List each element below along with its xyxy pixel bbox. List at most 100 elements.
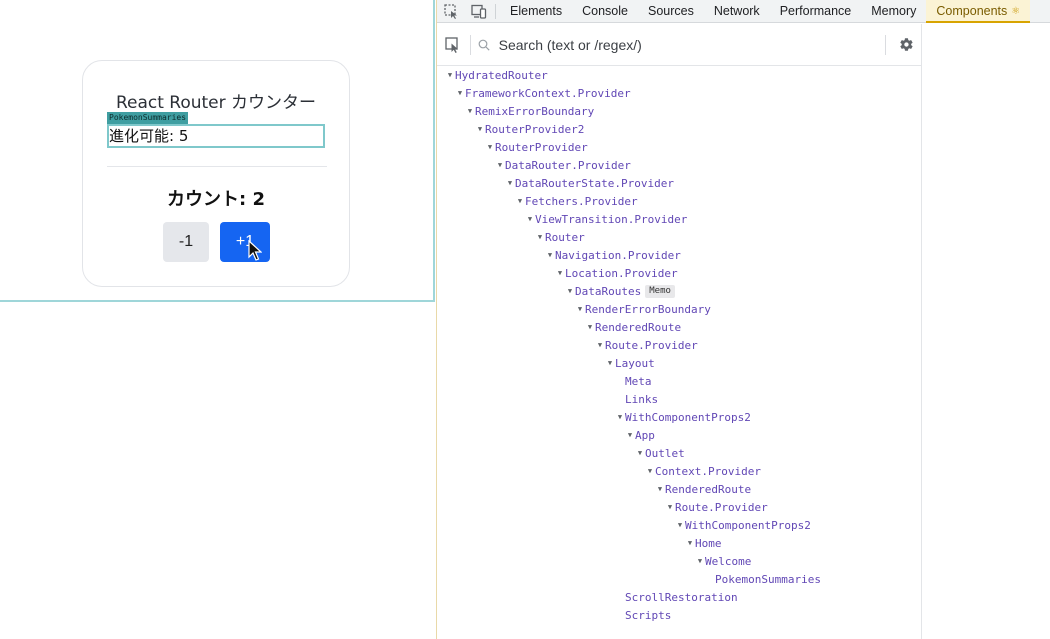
tree-node-label: DataRoutes [575,284,642,298]
increment-button[interactable]: +1 [220,222,270,262]
gear-icon[interactable] [891,24,921,66]
inspect-component-icon[interactable] [437,24,470,66]
expand-caret-icon[interactable]: ▼ [615,413,625,421]
expand-caret-icon[interactable]: ▼ [655,485,665,493]
tree-node[interactable]: ▼ Fetchers.Provider [515,192,638,210]
tab-elements[interactable]: Elements [500,0,572,23]
tree-node[interactable]: ▼ Route.Provider [595,336,698,354]
tree-node-label: RemixErrorBoundary [475,104,595,118]
devtools-panel: Elements Console Sources Network Perform… [436,0,1050,639]
expand-caret-icon[interactable]: ▼ [605,359,615,367]
tree-node-label: DataRouter.Provider [505,158,631,172]
tree-node[interactable]: ▼ Navigation.Provider [545,246,681,264]
tree-node[interactable]: ▼ RenderErrorBoundary [575,300,711,318]
tree-node[interactable]: ▼ FrameworkContext.Provider [455,84,631,102]
count-display: カウント: 2 [167,189,265,210]
expand-caret-icon[interactable]: ▼ [535,233,545,241]
expand-caret-icon[interactable]: ▼ [585,323,595,331]
tree-node[interactable]: ▼ RouterProvider [485,138,588,156]
expand-caret-icon[interactable]: ▼ [645,467,655,475]
tree-node[interactable]: ▼ Outlet [635,444,685,462]
tree-node[interactable]: ▼ WithComponentProps2 [615,408,751,426]
tree-node[interactable]: ▼ HydratedRouter [445,66,548,84]
expand-caret-icon[interactable]: ▼ [665,503,675,511]
tree-node[interactable]: Links [615,390,658,408]
tree-node[interactable]: ▼ DataRouter.Provider [495,156,631,174]
expand-caret-icon[interactable]: ▼ [495,161,505,169]
expand-caret-icon[interactable]: ▼ [505,179,515,187]
tab-network[interactable]: Network [704,0,770,23]
expand-caret-icon[interactable]: ▼ [445,71,455,79]
search-icon [478,39,494,51]
expand-caret-icon[interactable]: ▼ [455,89,465,97]
tree-node[interactable]: ▼ Router [535,228,585,246]
tree-node-label: Fetchers.Provider [525,194,638,208]
tree-node-label: RenderErrorBoundary [585,302,711,316]
tab-sources[interactable]: Sources [638,0,704,23]
tree-node-label: RenderedRoute [595,320,682,334]
expand-caret-icon[interactable]: ▼ [675,521,685,529]
tree-node[interactable]: ▼ Layout [605,354,655,372]
tab-components-label: Components [936,4,1008,18]
tabbar-separator [495,3,496,19]
tree-node[interactable]: ▼ RemixErrorBoundary [465,102,594,120]
tree-node[interactable]: ScrollRestoration [615,588,738,606]
tree-node[interactable]: ▼ RenderedRoute [655,480,751,498]
tree-node[interactable]: ▼ App [625,426,655,444]
expand-caret-icon[interactable]: ▼ [465,107,475,115]
tree-node-label: Location.Provider [565,266,678,280]
component-search-input[interactable] [494,29,885,60]
tree-node[interactable]: ▼ Location.Provider [555,264,678,282]
tree-node-label: Links [625,392,659,406]
toolbar-separator-right [884,34,886,55]
tree-node[interactable]: ▼ Home [685,534,722,552]
toolbar-separator [469,34,471,55]
tree-node[interactable]: Scripts [615,606,671,624]
tree-node-label: ViewTransition.Provider [535,212,688,226]
tab-memory[interactable]: Memory [861,0,926,23]
tree-node[interactable]: Meta [615,372,652,390]
decrement-button[interactable]: -1 [163,222,209,262]
tree-node[interactable]: ▼ RenderedRoute [585,318,681,336]
tree-node[interactable]: PokemonSummaries [705,570,821,588]
expand-caret-icon[interactable]: ▼ [475,125,485,133]
expand-caret-icon[interactable]: ▼ [525,215,535,223]
card-divider [107,166,327,167]
expand-caret-icon[interactable]: ▼ [565,287,575,295]
tab-console[interactable]: Console [572,0,638,23]
tree-node[interactable]: ▼ Context.Provider [645,462,761,480]
tree-node-label: RenderedRoute [665,482,752,496]
tree-node-label: RouterProvider2 [485,122,585,136]
tab-performance[interactable]: Performance [770,0,862,23]
tree-node[interactable]: ▼ WithComponentProps2 [675,516,811,534]
counter-card: React Router カウンター PokemonSummaries 進化可能… [82,60,350,287]
tree-node[interactable]: ▼ DataRoutes Memo [565,282,675,300]
expand-caret-icon[interactable]: ▼ [515,197,525,205]
tree-node-label: Outlet [645,446,685,460]
expand-caret-icon[interactable]: ▼ [625,431,635,439]
expand-caret-icon[interactable]: ▼ [545,251,555,259]
expand-caret-icon[interactable]: ▼ [595,341,605,349]
react-icon: ⚛ [1011,5,1021,17]
expand-caret-icon[interactable]: ▼ [575,305,585,313]
tree-node-label: Route.Provider [675,500,768,514]
expand-caret-icon[interactable]: ▼ [635,449,645,457]
tree-node-label: Layout [615,356,655,370]
tree-node[interactable]: ▼ DataRouterState.Provider [505,174,674,192]
expand-caret-icon[interactable]: ▼ [555,269,565,277]
tree-node[interactable]: ▼ Welcome [695,552,751,570]
select-element-icon[interactable] [437,0,465,23]
tab-components[interactable]: Components ⚛ [926,0,1031,23]
expand-caret-icon[interactable]: ▼ [695,557,705,565]
tree-node-label: Route.Provider [605,338,698,352]
tree-node-label: RouterProvider [495,140,588,154]
tree-node[interactable]: ▼ Route.Provider [665,498,768,516]
expand-caret-icon[interactable]: ▼ [685,539,695,547]
device-toolbar-icon[interactable] [465,0,493,23]
tree-node-label: Context.Provider [655,464,761,478]
tree-node[interactable]: ▼ ViewTransition.Provider [525,210,687,228]
tree-node-label: App [635,428,655,442]
expand-caret-icon[interactable]: ▼ [485,143,495,151]
tree-node[interactable]: ▼ RouterProvider2 [475,120,584,138]
tree-node-label: Welcome [705,554,752,568]
